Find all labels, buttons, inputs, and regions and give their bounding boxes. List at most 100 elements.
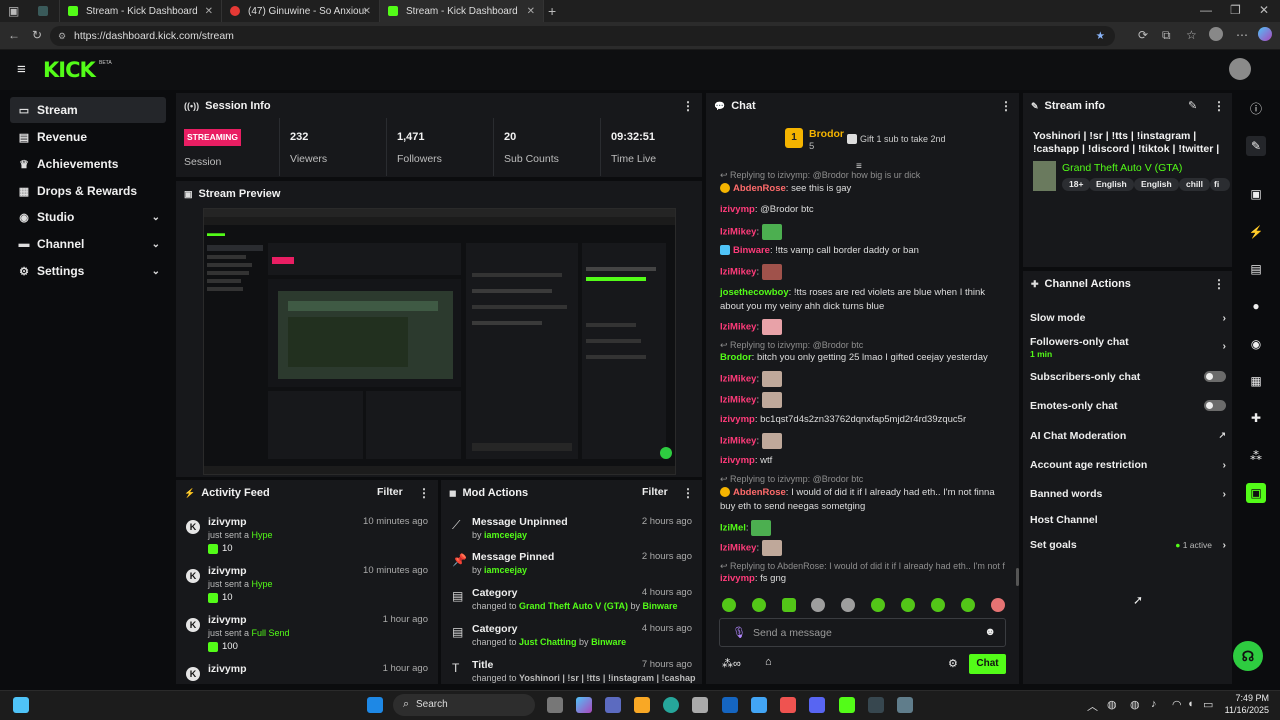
followers-only-action[interactable]: Followers-only chat › 1 min xyxy=(1030,336,1226,360)
minimize-icon[interactable]: — xyxy=(1200,3,1212,17)
subscribers-only-toggle[interactable] xyxy=(1204,371,1226,382)
emote-icon[interactable] xyxy=(901,598,915,612)
ai-moderation-action[interactable]: AI Chat Moderation ↗ xyxy=(1030,430,1226,444)
chat-settings-icon[interactable]: ⚙ xyxy=(948,657,958,670)
chat-username[interactable]: IziMikey xyxy=(720,322,756,333)
detail-user[interactable]: Binware xyxy=(591,637,626,647)
slow-mode-action[interactable]: Slow mode › xyxy=(1030,312,1226,326)
more-options-icon[interactable]: ⋮ xyxy=(1000,99,1012,113)
more-options-icon[interactable]: ⋮ xyxy=(682,486,694,500)
store-icon[interactable]: ⌂ xyxy=(765,656,772,668)
store-taskbar-icon[interactable] xyxy=(692,697,708,713)
discord-icon[interactable] xyxy=(809,697,825,713)
more-options-icon[interactable]: ⋮ xyxy=(1213,99,1225,113)
banned-words-action[interactable]: Banned words › xyxy=(1030,488,1226,502)
taskbar-search[interactable]: ⌕ Search xyxy=(393,694,535,716)
notes-icon[interactable]: ▤ xyxy=(1246,259,1266,279)
chat-username[interactable]: izivymp xyxy=(720,455,755,466)
sidebar-item-achievements[interactable]: ♛ Achievements xyxy=(10,151,166,177)
chat-username[interactable]: Brodor xyxy=(720,352,752,363)
chat-username[interactable]: izivymp xyxy=(720,573,755,584)
screen-capture-icon[interactable]: ▣ xyxy=(1246,184,1266,204)
site-info-icon[interactable]: ⚙ xyxy=(58,31,66,42)
chat-scrollbar[interactable] xyxy=(1016,568,1019,586)
task-view-icon[interactable] xyxy=(547,697,563,713)
kick-taskbar-icon[interactable] xyxy=(839,697,855,713)
chat-input[interactable]: 🎙 Send a message ☻ xyxy=(719,618,1006,647)
browser-tab-youtube[interactable]: (47) Ginuwine - So Anxious - You ✕ xyxy=(222,0,380,22)
detail-user[interactable]: Binware xyxy=(643,601,678,611)
activity-user[interactable]: izivymp xyxy=(208,614,247,626)
sidebar-item-revenue[interactable]: ▤ Revenue xyxy=(10,124,166,150)
emotes-only-toggle[interactable] xyxy=(1204,400,1226,411)
favorite-star-icon[interactable]: ★ xyxy=(1096,30,1105,42)
url-input[interactable]: ⚙ https://dashboard.kick.com/stream ★ xyxy=(50,26,1115,46)
chat-username[interactable]: IziMikey xyxy=(720,543,756,554)
lightning-icon[interactable]: ⚡ xyxy=(1246,222,1266,242)
more-options-icon[interactable]: ⋮ xyxy=(418,486,430,500)
emote-icon[interactable] xyxy=(752,598,766,612)
extension-icon[interactable]: ⟳ xyxy=(1138,28,1148,42)
back-icon[interactable]: ← xyxy=(8,28,20,42)
wrench-icon[interactable]: ✚ xyxy=(1246,408,1266,428)
chat-username[interactable]: AbdenRose xyxy=(733,183,786,194)
browser-tab-blank[interactable] xyxy=(30,0,60,22)
activity-filter-button[interactable]: Filter xyxy=(377,486,403,498)
sidebar-item-drops[interactable]: ▦ Drops & Rewards xyxy=(10,178,166,204)
chat-username[interactable]: izivymp xyxy=(720,414,755,425)
copilot-icon[interactable] xyxy=(1258,27,1272,41)
file-explorer-icon[interactable] xyxy=(634,697,650,713)
emote-icon[interactable] xyxy=(722,598,736,612)
chat-username[interactable]: IziMel xyxy=(720,523,746,534)
microphone-tray-icon[interactable]: ♪ xyxy=(1151,698,1157,710)
volume-icon[interactable]: ◖ xyxy=(1187,698,1194,710)
account-age-action[interactable]: Account age restriction › xyxy=(1030,459,1226,473)
reload-icon[interactable]: ↻ xyxy=(32,28,42,42)
chat-username[interactable]: IziMikey xyxy=(720,374,756,385)
tray-overflow-icon[interactable]: ︿ xyxy=(1087,698,1098,714)
emote-icon[interactable] xyxy=(811,598,825,612)
chat-bubble-icon[interactable]: ● xyxy=(1246,296,1266,316)
app-l-icon[interactable] xyxy=(722,697,738,713)
send-chat-button[interactable]: Chat xyxy=(969,654,1006,674)
chat-username[interactable]: IziMikey xyxy=(720,395,756,406)
activity-user[interactable]: izivymp xyxy=(208,663,247,675)
chat-username[interactable]: izivymp xyxy=(720,204,755,215)
tab-actions-icon[interactable]: ▣ xyxy=(8,4,19,18)
sidebar-item-channel[interactable]: ▬ Channel ⌄ xyxy=(10,231,166,257)
edit-stream-info-icon[interactable]: ✎ xyxy=(1188,99,1197,112)
bot-icon[interactable]: ▣ xyxy=(1246,483,1266,503)
set-goals-action[interactable]: Set goals ● 1 active › xyxy=(1030,539,1226,553)
emote-icon[interactable] xyxy=(991,598,1005,612)
activity-user[interactable]: izivymp xyxy=(208,565,247,577)
sidebar-item-studio[interactable]: ◉ Studio ⌄ xyxy=(10,204,166,230)
chat-username[interactable]: Binware xyxy=(733,245,770,256)
steam-icon[interactable] xyxy=(868,697,884,713)
broadcast-icon[interactable]: ◉ xyxy=(1246,334,1266,354)
close-tab-icon[interactable]: ✕ xyxy=(205,6,213,17)
close-tab-icon[interactable]: ✕ xyxy=(527,6,535,17)
pen-app-icon[interactable] xyxy=(751,697,767,713)
host-channel-action[interactable]: Host Channel xyxy=(1030,514,1226,528)
more-menu-icon[interactable]: ⋯ xyxy=(1236,28,1248,42)
profile-avatar[interactable] xyxy=(1209,27,1223,41)
wifi-icon[interactable]: ◠ xyxy=(1172,698,1182,711)
emote-icon[interactable] xyxy=(961,598,975,612)
favorites-icon[interactable]: ☆ xyxy=(1186,28,1197,42)
chat-username[interactable]: IziMikey xyxy=(720,227,756,238)
chat-username[interactable]: IziMikey xyxy=(720,436,756,447)
more-options-icon[interactable]: ⋮ xyxy=(1213,277,1225,291)
chat-username[interactable]: IziMikey xyxy=(720,267,756,278)
edit-layout-icon[interactable]: ✎ xyxy=(1246,136,1266,156)
emoji-picker-icon[interactable]: ☻ xyxy=(984,626,996,638)
chat-username[interactable]: AbdenRose xyxy=(733,487,786,498)
close-window-icon[interactable]: ✕ xyxy=(1259,3,1269,17)
edge-icon[interactable] xyxy=(663,697,679,713)
emote-icon[interactable] xyxy=(871,598,885,612)
close-tab-icon[interactable]: ✕ xyxy=(363,6,371,17)
detail-user[interactable]: iamceejay xyxy=(484,530,527,540)
layout-icon[interactable]: ▦ xyxy=(1246,371,1266,391)
windows-start-icon[interactable] xyxy=(367,697,383,713)
activity-user[interactable]: izivymp xyxy=(208,516,247,528)
stream-preview-video[interactable]: ▬▬ xyxy=(203,208,676,475)
